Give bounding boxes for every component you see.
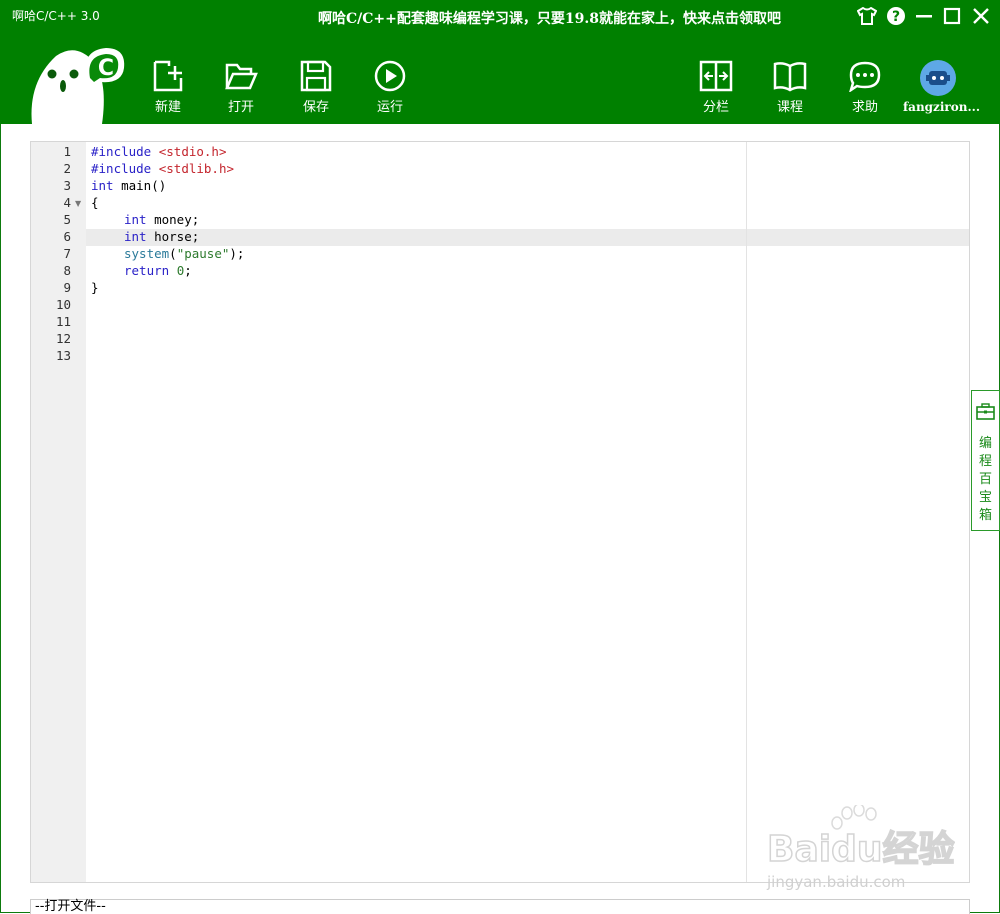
code-line: #include <stdio.h> <box>91 144 227 159</box>
promo-banner-link[interactable]: 啊哈C/C++配套趣味编程学习课，只要19.8就能在家上，快来点击领取吧 <box>318 8 781 28</box>
line-number: 12 <box>55 331 71 346</box>
code-line: int main() <box>91 178 167 193</box>
help-button[interactable]: 求助 <box>835 60 895 120</box>
app-title: 啊哈C/C++ 3.0 <box>12 9 100 23</box>
svg-text:?: ? <box>892 9 900 25</box>
run-label: 运行 <box>376 100 403 115</box>
code-editor[interactable]: 1 2 3 4 ▼ 5 6 7 8 9 10 11 12 13 #include… <box>30 141 970 883</box>
aha-mascot-logo: C <box>26 42 132 125</box>
new-file-icon <box>153 60 183 92</box>
help-question-icon[interactable]: ? <box>885 5 907 27</box>
line-number: 3 <box>63 178 71 193</box>
skin-shirt-icon[interactable] <box>856 5 878 27</box>
user-account-button[interactable]: fangziron... <box>903 60 981 120</box>
new-file-button[interactable]: 新建 <box>138 60 198 120</box>
line-number: 7 <box>63 246 71 261</box>
folder-open-icon <box>225 63 258 90</box>
line-number: 6 <box>63 229 71 244</box>
print-margin-line <box>746 142 747 882</box>
line-number: 5 <box>63 212 71 227</box>
line-number: 4 <box>63 195 71 210</box>
book-icon <box>773 62 807 92</box>
maximize-icon[interactable] <box>941 5 963 27</box>
line-number: 13 <box>55 348 71 363</box>
chat-bubble-icon <box>849 61 881 92</box>
open-file-button[interactable]: 打开 <box>211 60 271 120</box>
toolbox-label: 编 程 百 宝 箱 <box>978 436 992 523</box>
split-columns-icon <box>699 60 733 92</box>
code-line: system("pause"); <box>124 246 245 261</box>
save-button[interactable]: 保存 <box>286 60 346 120</box>
course-button[interactable]: 课程 <box>760 60 820 120</box>
split-view-button[interactable]: 分栏 <box>686 60 746 120</box>
code-line: int horse; <box>124 229 200 244</box>
line-number-gutter: 1 2 3 4 ▼ 5 6 7 8 9 10 11 12 13 <box>31 142 86 882</box>
save-label: 保存 <box>302 100 329 115</box>
line-number: 1 <box>63 144 71 159</box>
code-line: { <box>91 195 99 210</box>
course-label: 课程 <box>776 100 803 115</box>
line-number: 2 <box>63 161 71 176</box>
code-line: int money; <box>124 212 200 227</box>
code-line: } <box>91 280 99 295</box>
header-bar: 啊哈C/C++ 3.0 啊哈C/C++配套趣味编程学习课，只要19.8就能在家上… <box>0 0 1000 125</box>
run-button[interactable]: 运行 <box>360 60 420 120</box>
run-play-icon <box>374 60 406 92</box>
status-text: --打开文件-- <box>35 899 106 914</box>
save-disk-icon <box>300 60 332 92</box>
split-view-label: 分栏 <box>702 100 729 115</box>
line-number: 11 <box>55 314 71 329</box>
svg-text:C: C <box>98 56 114 81</box>
line-number: 8 <box>63 263 71 278</box>
line-number: 9 <box>63 280 71 295</box>
close-icon[interactable] <box>970 5 992 27</box>
user-avatar <box>920 60 956 96</box>
line-number: 10 <box>55 297 71 312</box>
minimize-icon[interactable] <box>913 5 935 27</box>
code-line: #include <stdlib.h> <box>91 161 235 176</box>
new-file-label: 新建 <box>154 100 181 115</box>
fold-toggle-icon[interactable]: ▼ <box>75 199 81 208</box>
output-panel: --打开文件-- <box>30 899 970 914</box>
open-file-label: 打开 <box>227 100 254 115</box>
toolbox-briefcase-icon <box>976 403 995 420</box>
watermark-brand-text: Baidu经验 <box>767 829 954 870</box>
username-label: fangziron... <box>903 100 981 114</box>
baidu-watermark: Baidu经验 jingyan.baidu.com <box>765 803 955 895</box>
help-label: 求助 <box>851 100 878 115</box>
code-line: return 0; <box>124 263 192 278</box>
watermark-url-text: jingyan.baidu.com <box>766 873 905 891</box>
coding-toolbox-tab[interactable]: 编 程 百 宝 箱 <box>971 390 1000 531</box>
